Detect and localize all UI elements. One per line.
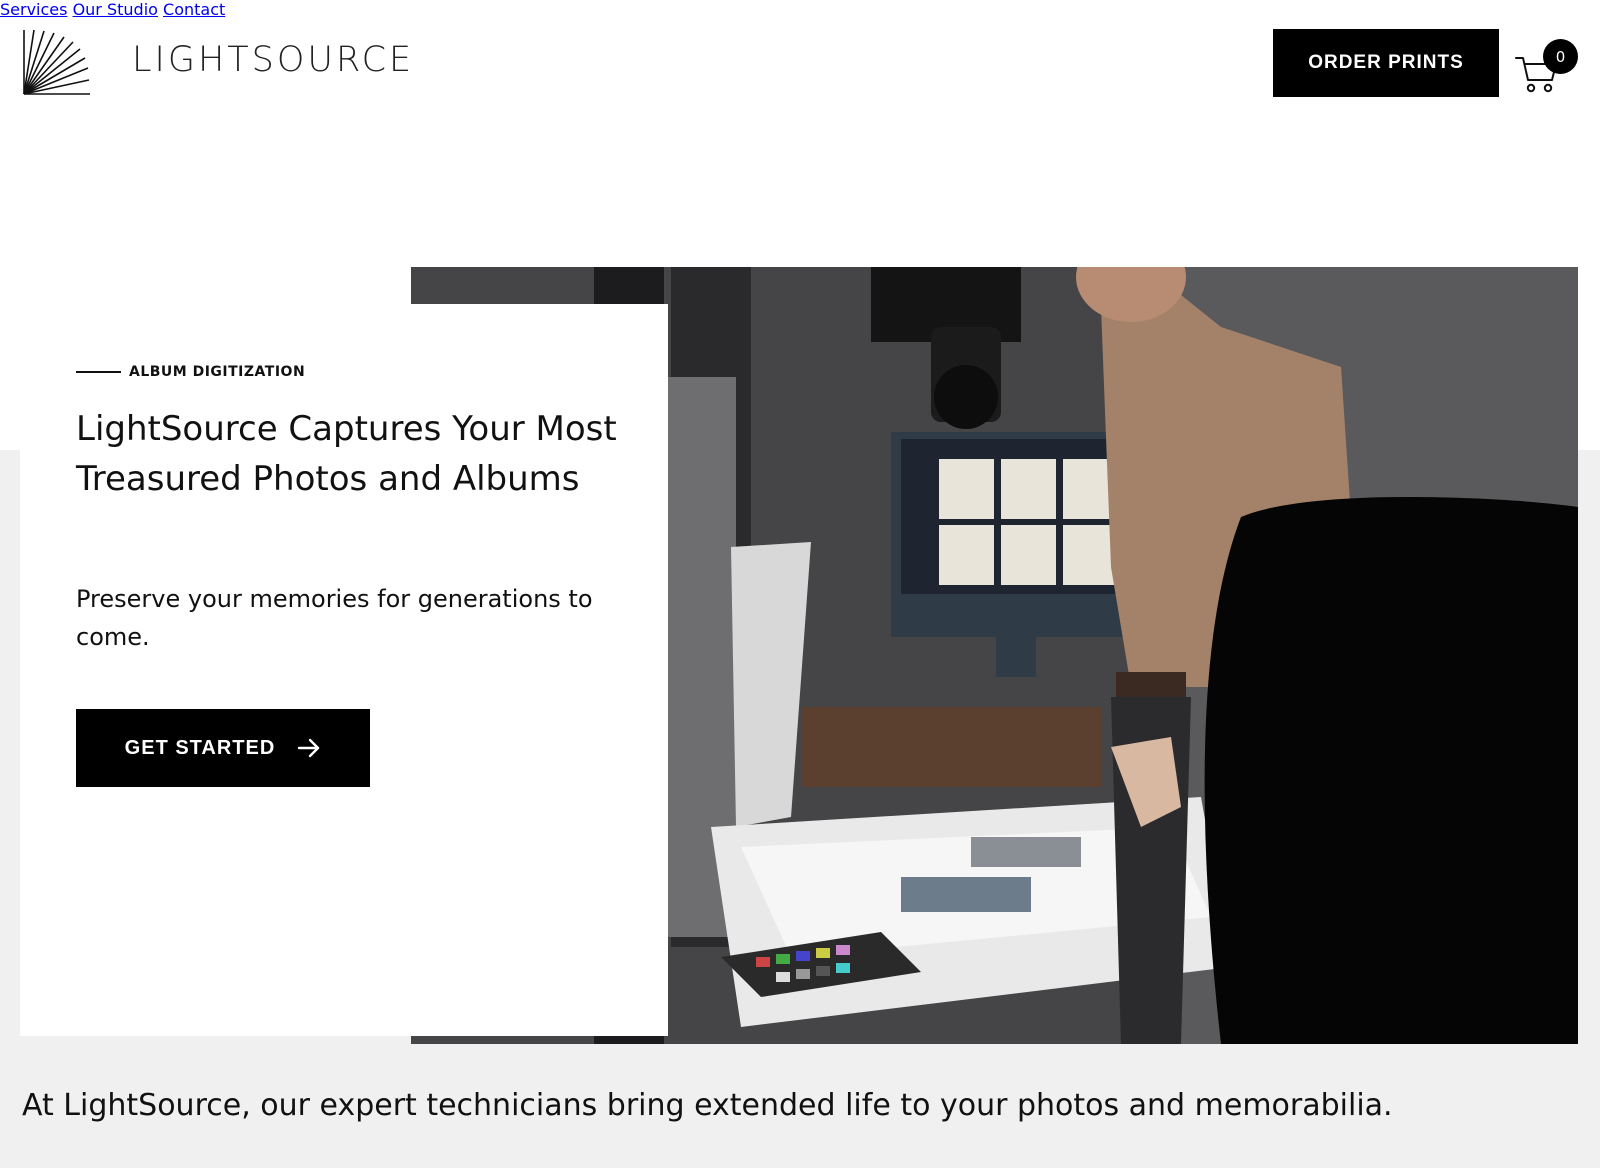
site-header: LIGHTSOURCE Services Our Studio Contact … [0,0,1600,130]
nav-item-our-studio[interactable]: Our Studio [73,0,158,19]
hero-subtitle: Preserve your memories for generations t… [76,585,593,651]
intro-text: At LightSource, our expert technicians b… [22,1088,1393,1123]
get-started-label: GET STARTED [124,736,276,759]
main-nav: Services Our Studio Contact [0,0,1600,19]
hero-eyebrow: ALBUM DIGITIZATION [76,364,305,380]
hero-card: ALBUM DIGITIZATION LightSource Captures … [20,304,668,1036]
brand-name: LIGHTSOURCE [132,40,415,80]
logo-rays-icon [23,29,90,95]
nav-item-services[interactable]: Services [0,0,67,19]
nav-item-contact[interactable]: Contact [163,0,225,19]
eyebrow-label: ALBUM DIGITIZATION [129,364,306,380]
hero-title: LightSource Captures Your Most Treasured… [76,409,617,499]
eyebrow-divider [76,371,121,373]
arrow-right-icon [298,738,320,758]
order-prints-button[interactable]: ORDER PRINTS [1273,29,1499,97]
cart-count-badge[interactable]: 0 [1543,39,1578,74]
get-started-button[interactable]: GET STARTED [76,709,370,787]
